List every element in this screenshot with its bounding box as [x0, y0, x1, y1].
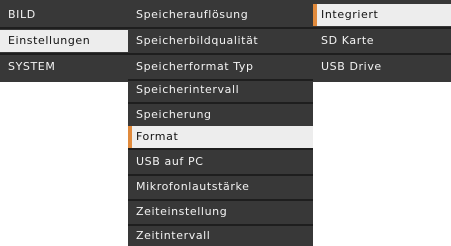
settings-item-zeiteinstellung[interactable]: Zeiteinstellung: [128, 201, 313, 223]
format-submenu-panel: Integriert SD Karte USB Drive: [313, 0, 451, 82]
main-menu-panel: BILD Einstellungen SYSTEM: [0, 0, 128, 82]
menu-divider: [313, 27, 451, 29]
settings-item-label: Speicherbildqualität: [136, 34, 259, 47]
settings-submenu-panel: Speicherauflösung Speicherbildqualität S…: [128, 0, 313, 246]
menu-divider: [313, 53, 451, 55]
main-menu-item-einstellungen[interactable]: Einstellungen: [0, 30, 128, 52]
main-menu-item-label: BILD: [8, 8, 36, 21]
menu-divider: [128, 53, 313, 55]
settings-item-format[interactable]: Format: [128, 126, 313, 148]
settings-item-label: Zeitintervall: [136, 229, 211, 242]
menu-divider: [0, 27, 128, 29]
settings-item-speicherbildqualitaet[interactable]: Speicherbildqualität: [128, 30, 313, 52]
menu-divider: [0, 53, 128, 55]
settings-item-label: Speicherintervall: [136, 83, 240, 96]
settings-item-zeitintervall[interactable]: Zeitintervall: [128, 225, 313, 246]
settings-item-speicheraufloesung[interactable]: Speicherauflösung: [128, 4, 313, 26]
format-item-sd-karte[interactable]: SD Karte: [313, 30, 451, 52]
main-menu-item-label: SYSTEM: [8, 60, 56, 73]
format-item-usb-drive[interactable]: USB Drive: [313, 56, 451, 78]
settings-menu-overlay: BILD Einstellungen SYSTEM Speicherauflös…: [0, 0, 451, 246]
settings-item-label: Zeiteinstellung: [136, 205, 228, 218]
settings-item-speicherformat-typ[interactable]: Speicherformat Typ: [128, 56, 313, 78]
menu-divider: [128, 148, 313, 150]
main-menu-item-label: Einstellungen: [8, 34, 91, 47]
settings-item-usb-auf-pc[interactable]: USB auf PC: [128, 151, 313, 173]
format-item-integriert[interactable]: Integriert: [313, 4, 451, 26]
menu-divider: [128, 27, 313, 29]
settings-item-mikrofonlautstaerke[interactable]: Mikrofonlautstärke: [128, 176, 313, 198]
settings-item-speicherintervall[interactable]: Speicherintervall: [128, 79, 313, 101]
format-item-label: SD Karte: [321, 34, 375, 47]
settings-item-label: Mikrofonlautstärke: [136, 180, 250, 193]
format-item-label: Integriert: [321, 8, 379, 21]
settings-item-label: Speicherung: [136, 108, 212, 121]
main-menu-item-bild[interactable]: BILD: [0, 4, 128, 26]
settings-item-label: Speicherauflösung: [136, 8, 249, 21]
settings-item-speicherung[interactable]: Speicherung: [128, 104, 313, 126]
format-item-label: USB Drive: [321, 60, 382, 73]
main-menu-item-system[interactable]: SYSTEM: [0, 56, 128, 78]
settings-item-label: Format: [136, 130, 179, 143]
settings-item-label: Speicherformat Typ: [136, 60, 254, 73]
settings-item-label: USB auf PC: [136, 155, 204, 168]
